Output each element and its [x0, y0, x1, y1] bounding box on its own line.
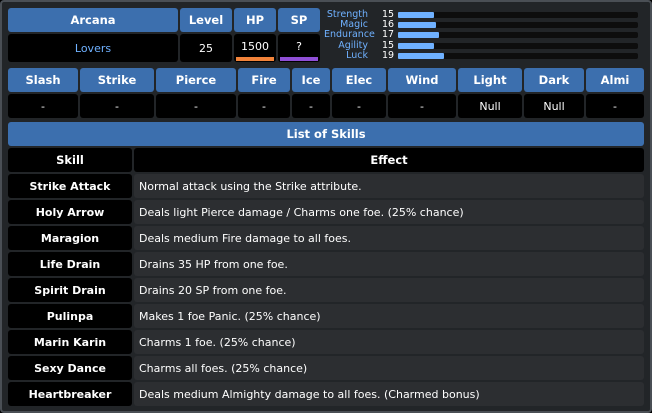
stat-bar-fill: [398, 42, 434, 49]
resistance-value-wind: -: [388, 94, 456, 118]
stat-row: Endurance 17: [324, 30, 642, 40]
resistance-header-ice: Ice: [292, 68, 330, 92]
level-value: 25: [180, 34, 232, 62]
skill-name: Pulinpa: [8, 304, 132, 328]
stat-row: Luck 19: [324, 49, 642, 61]
skill-name: Sexy Dance: [8, 356, 132, 380]
skill-effect: Charms 1 foe. (25% chance): [134, 330, 644, 354]
resistance-value-fire: -: [238, 94, 290, 118]
arcana-header: Arcana: [8, 8, 178, 32]
stat-bar-track: [398, 32, 638, 39]
skill-name: Spirit Drain: [8, 278, 132, 302]
arcana-value: Lovers: [8, 34, 178, 62]
resistance-value-slash: -: [8, 94, 78, 118]
resistance-header-strike: Strike: [80, 68, 154, 92]
skill-name: Marin Karin: [8, 330, 132, 354]
stat-bar-track: [398, 52, 638, 59]
skill-name: Heartbreaker: [8, 382, 132, 406]
skill-effect: Charms all foes. (25% chance): [134, 356, 644, 380]
skill-effect: Deals light Pierce damage / Charms one f…: [134, 200, 644, 224]
hp-header: HP: [234, 8, 276, 32]
level-header: Level: [180, 8, 232, 32]
resistance-header-wind: Wind: [388, 68, 456, 92]
resistance-header-elec: Elec: [332, 68, 386, 92]
hp-value-cell: 1500: [234, 34, 276, 62]
resistance-value-pierce: -: [156, 94, 236, 118]
stat-bar-track: [398, 22, 638, 29]
resistance-value-light: Null: [458, 94, 522, 118]
stats-panel: Strength 15 Magic 16 Endurance 17 Agility 15 Luc…: [324, 10, 642, 62]
effect-column-header: Effect: [134, 148, 644, 172]
resistance-value-elec: -: [332, 94, 386, 118]
skills-title: List of Skills: [8, 122, 644, 146]
stat-bar-fill: [398, 32, 439, 39]
skill-effect: Makes 1 foe Panic. (25% chance): [134, 304, 644, 328]
stat-bar-track: [398, 42, 638, 49]
stat-value: 19: [382, 49, 395, 61]
hp-value: 1500: [241, 39, 269, 53]
hp-bar: [236, 57, 274, 61]
resistance-value-strike: -: [80, 94, 154, 118]
stat-name: Endurance: [324, 29, 375, 41]
skill-column-header: Skill: [8, 148, 132, 172]
resistance-header-slash: Slash: [8, 68, 78, 92]
resistance-header-almi: Almi: [586, 68, 644, 92]
sp-value-cell: ?: [278, 34, 320, 62]
stat-row: Strength 15: [324, 10, 642, 20]
skill-effect: Drains 35 HP from one foe.: [134, 252, 644, 276]
sp-bar: [280, 57, 318, 61]
stat-bar-fill: [398, 22, 437, 29]
skill-name: Life Drain: [8, 252, 132, 276]
resistance-value-almi: -: [586, 94, 644, 118]
stat-value: 17: [382, 29, 395, 41]
skill-name: Holy Arrow: [8, 200, 132, 224]
skill-name: Maragion: [8, 226, 132, 250]
resistance-header-light: Light: [458, 68, 522, 92]
skill-effect: Deals medium Fire damage to all foes.: [134, 226, 644, 250]
resistance-header-dark: Dark: [524, 68, 584, 92]
resistance-header-fire: Fire: [238, 68, 290, 92]
stat-bar-fill: [398, 12, 434, 18]
stat-name: Luck: [346, 49, 368, 61]
stat-row: Agility 15: [324, 40, 642, 51]
skill-effect: Drains 20 SP from one foe.: [134, 278, 644, 302]
skill-effect: Normal attack using the Strike attribute…: [134, 174, 644, 198]
skill-name: Strike Attack: [8, 174, 132, 198]
resistance-value-dark: Null: [524, 94, 584, 118]
persona-card: Arcana Level HP SP Lovers 25 1500 ? Stre…: [0, 0, 652, 413]
resistance-value-ice: -: [292, 94, 330, 118]
sp-header: SP: [278, 8, 320, 32]
stat-bar-track: [398, 12, 638, 18]
skill-effect: Deals medium Almighty damage to all foes…: [134, 382, 644, 406]
sp-value: ?: [296, 39, 302, 53]
resistance-header-pierce: Pierce: [156, 68, 236, 92]
stat-bar-fill: [398, 52, 444, 59]
